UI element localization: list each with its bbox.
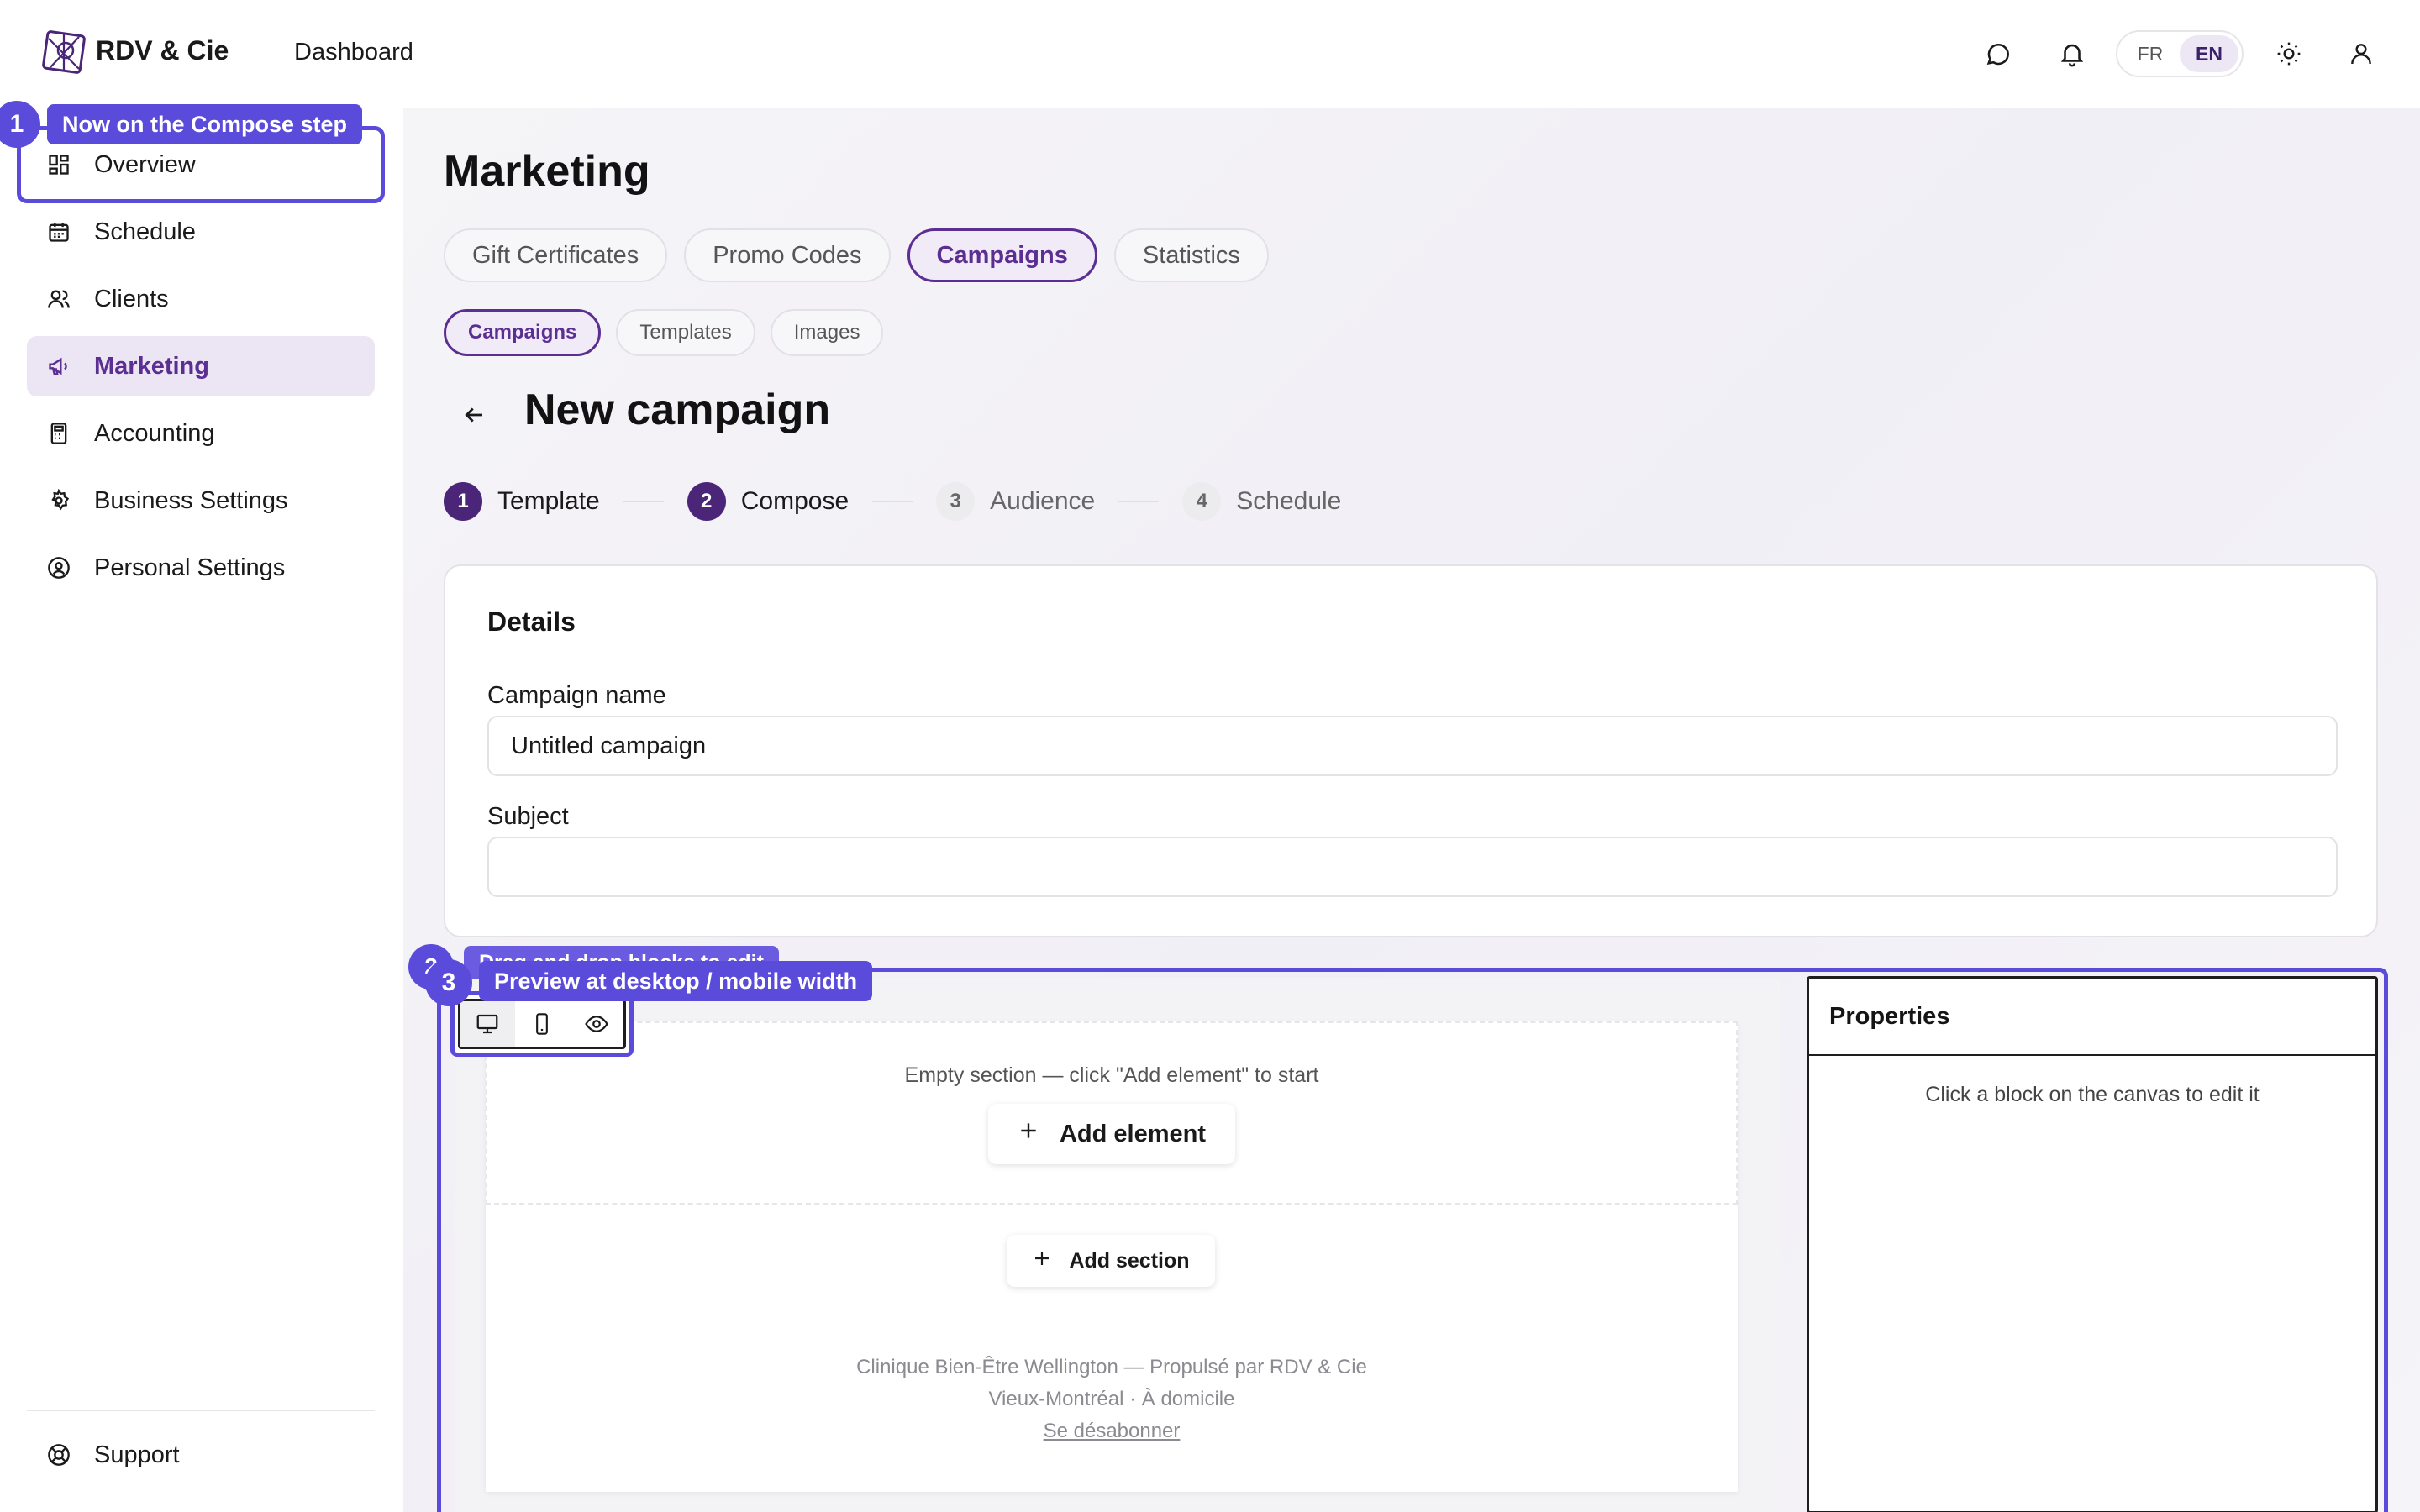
sidebar-item-marketing[interactable]: Marketing: [27, 336, 375, 396]
back-arrow-icon[interactable]: [454, 395, 494, 435]
tab-statistics[interactable]: Statistics: [1113, 228, 1269, 282]
sidebar-divider: [27, 1410, 375, 1411]
step-number: 2: [687, 482, 726, 521]
step-label: Audience: [990, 487, 1096, 515]
calendar-icon: [45, 218, 72, 245]
step-label: Compose: [740, 487, 850, 515]
add-section-button[interactable]: Add section: [1007, 1235, 1215, 1287]
email-footer-line: Clinique Bien-Être Wellington — Propulsé…: [856, 1356, 1367, 1378]
add-section-label: Add section: [1069, 1248, 1190, 1273]
step-audience[interactable]: 3 Audience: [936, 482, 1095, 521]
sidebar-item-label: Marketing: [94, 352, 209, 380]
campaign-title: New campaign: [524, 386, 831, 434]
subject-input[interactable]: [487, 837, 2338, 897]
sidebar-item-label: Business Settings: [94, 486, 288, 514]
empty-section-hint: Empty section — click "Add element" to s…: [904, 1063, 1319, 1087]
eye-icon[interactable]: [569, 1001, 623, 1047]
brand-name[interactable]: RDV & Cie: [96, 35, 229, 66]
subtab-templates[interactable]: Templates: [616, 309, 755, 356]
tab-campaigns[interactable]: Campaigns: [907, 228, 1097, 282]
email-footer-address: Vieux-Montréal · À domicile: [988, 1388, 1235, 1410]
megaphone-icon: [45, 353, 72, 380]
sidebar-item-label: Personal Settings: [94, 554, 286, 581]
sidebar-item-accounting[interactable]: Accounting: [27, 403, 375, 464]
lang-fr-button[interactable]: FR: [2121, 35, 2180, 72]
subtab-images[interactable]: Images: [770, 309, 884, 356]
step-number: 1: [444, 482, 482, 521]
user-account-icon[interactable]: [2343, 35, 2380, 72]
step-label: Template: [497, 487, 600, 515]
step-template[interactable]: 1 Template: [444, 482, 600, 521]
email-footer-link-row: Se désabonner: [486, 1420, 1738, 1443]
tour-step-badge: 3: [425, 959, 472, 1006]
plus-icon: [1018, 1120, 1039, 1148]
tab-promo-codes[interactable]: Promo Codes: [684, 228, 891, 282]
plus-icon: [1032, 1248, 1052, 1274]
details-title: Details: [487, 606, 576, 637]
tour-step-label: Now on the Compose step: [47, 104, 363, 144]
top-bar: RDV & Cie Dashboard FR EN: [0, 0, 2420, 108]
lifebuoy-icon: [45, 1441, 72, 1468]
campaign-name-label: Campaign name: [487, 682, 666, 709]
properties-title: Properties: [1809, 979, 2375, 1056]
tour-step-label: Preview at desktop / mobile width: [479, 961, 873, 1001]
unsubscribe-link[interactable]: Se désabonner: [1044, 1420, 1181, 1442]
step-label: Schedule: [1236, 487, 1342, 515]
sidebar-item-clients[interactable]: Clients: [27, 269, 375, 329]
step-connector: [623, 501, 664, 502]
sidebar-item-schedule[interactable]: Schedule: [27, 202, 375, 262]
step-connector: [1118, 501, 1160, 502]
subtab-campaigns[interactable]: Campaigns: [444, 309, 602, 356]
details-card: Details Campaign name Untitled campaign …: [444, 564, 2378, 937]
user-circle-icon: [45, 554, 72, 581]
sidebar-item-label: Support: [94, 1441, 180, 1468]
gear-icon: [45, 487, 72, 514]
page-title: Marketing: [444, 147, 650, 196]
calculator-icon: [45, 420, 72, 447]
sidebar-item-label: Schedule: [94, 218, 196, 245]
bell-icon[interactable]: [2054, 35, 2091, 72]
add-element-label: Add element: [1059, 1120, 1207, 1147]
sidebar-item-label: Clients: [94, 285, 169, 312]
sidebar: Overview Schedule Clients Marketing Acco…: [0, 108, 403, 1512]
sidebar-item-support[interactable]: Support: [27, 1425, 375, 1485]
users-icon: [45, 286, 72, 312]
step-schedule[interactable]: 4 Schedule: [1182, 482, 1341, 521]
sidebar-item-personal-settings[interactable]: Personal Settings: [27, 538, 375, 598]
campaign-name-input[interactable]: Untitled campaign: [487, 716, 2338, 776]
lang-en-button[interactable]: EN: [2180, 35, 2238, 72]
language-switcher: FR EN: [2116, 30, 2244, 77]
add-element-button[interactable]: Add element: [988, 1104, 1235, 1164]
brand-logo-icon[interactable]: [42, 30, 86, 74]
step-connector: [872, 501, 913, 502]
campaign-stepper: 1 Template 2 Compose 3 Audience 4 Schedu…: [444, 482, 1341, 521]
desktop-icon[interactable]: [460, 1001, 515, 1047]
nav-dashboard-link[interactable]: Dashboard: [294, 39, 413, 66]
tab-gift-certificates[interactable]: Gift Certificates: [444, 228, 668, 282]
campaign-subtabs: Campaigns Templates Images: [444, 309, 884, 356]
sidebar-item-label: Accounting: [94, 419, 215, 447]
mobile-icon[interactable]: [515, 1001, 570, 1047]
step-number: 3: [936, 482, 976, 521]
subject-label: Subject: [487, 803, 569, 830]
sidebar-item-business-settings[interactable]: Business Settings: [27, 470, 375, 531]
properties-panel: Properties Click a block on the canvas t…: [1807, 976, 2378, 1512]
step-number: 4: [1182, 482, 1222, 521]
step-compose[interactable]: 2 Compose: [687, 482, 849, 521]
marketing-tabs: Gift Certificates Promo Codes Campaigns …: [444, 228, 1269, 282]
sun-icon[interactable]: [2270, 35, 2307, 72]
properties-empty-hint: Click a block on the canvas to edit it: [1925, 1083, 2260, 1106]
chat-icon[interactable]: [1980, 35, 2017, 72]
